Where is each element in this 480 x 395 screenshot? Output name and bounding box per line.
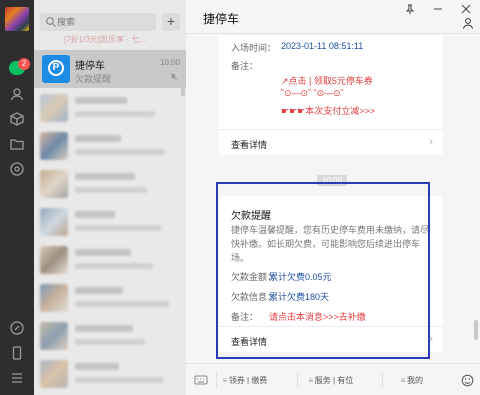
note-label: 备注：: [231, 61, 259, 71]
menu-divider: [382, 372, 383, 388]
session-list: + [7折1/3元]凯乐享 · 七... P 捷停车 10:00 欠款提醒: [34, 0, 186, 395]
keyboard-icon[interactable]: [194, 374, 208, 386]
entry-time-label: 入场时间：: [231, 43, 277, 53]
chat-header: 捷停车: [186, 0, 480, 34]
blurred-preview: [75, 263, 153, 269]
list-item[interactable]: [34, 88, 186, 126]
blurred-preview: [75, 301, 169, 307]
blurred-avatar: [40, 94, 68, 122]
unread-badge: 2: [18, 58, 30, 70]
entry-time-value: 2023-01-11 08:51:11: [281, 41, 364, 51]
blurred-avatar: [40, 360, 68, 388]
blurred-name: [75, 97, 127, 104]
user-avatar[interactable]: [5, 7, 29, 31]
list-item[interactable]: [34, 278, 186, 316]
parking-avatar: P: [42, 55, 70, 83]
moments-icon[interactable]: [9, 161, 25, 177]
phone-icon[interactable]: [9, 345, 25, 361]
session-name: 捷停车: [75, 61, 105, 72]
session-time: 10:00: [159, 58, 180, 67]
blurred-avatar: [40, 246, 68, 274]
card-footer[interactable]: 查看详情 ›: [219, 129, 443, 155]
blurred-avatar: [40, 132, 68, 160]
blurred-name: [75, 211, 115, 218]
blurred-name: [75, 135, 121, 142]
menu-item-mine[interactable]: ≡ 我的: [386, 375, 436, 386]
blurred-preview: [75, 149, 165, 155]
session-preview: 欠款提醒: [75, 74, 112, 84]
chat-info-icon[interactable]: [462, 17, 474, 29]
coupon-line-2: ˘⊙—⊙˘ ˘⊙—⊙˘: [281, 88, 344, 98]
menu-item-label: 服务 | 有位: [314, 376, 354, 385]
chevron-right-icon: ›: [429, 136, 433, 148]
blurred-avatar: [40, 208, 68, 236]
menu-icon[interactable]: [9, 370, 25, 386]
close-icon[interactable]: [460, 3, 472, 15]
box-icon[interactable]: [9, 111, 25, 127]
pin-icon[interactable]: [404, 3, 416, 15]
coupon-line-3: ☛☛☛本次支付立减>>>: [281, 106, 375, 116]
blurred-preview: [75, 225, 161, 231]
list-item[interactable]: [34, 126, 186, 164]
minimize-icon[interactable]: [432, 3, 444, 15]
blurred-avatar: [40, 322, 68, 350]
blurred-name: [75, 363, 119, 370]
view-details-link[interactable]: 查看详情: [231, 138, 267, 151]
menu-item-label: 领券 | 缴费: [228, 376, 268, 385]
session-preview-snippet: [7折1/3元]凯乐享 · 七...: [64, 35, 146, 44]
selection-highlight-box: [216, 182, 430, 359]
list-item[interactable]: [34, 202, 186, 240]
session-list-scrollbar[interactable]: [181, 60, 185, 96]
blurred-preview: [75, 111, 155, 117]
left-navigation-bar: 2: [0, 0, 34, 395]
menu-item-service[interactable]: ≡ 服务 | 有位: [294, 375, 366, 386]
mini-program-icon[interactable]: [9, 320, 25, 336]
mute-bell-icon: [169, 72, 178, 81]
list-item[interactable]: [34, 240, 186, 278]
chat-scrollbar[interactable]: [474, 320, 478, 340]
parking-p-icon: P: [48, 60, 64, 76]
list-item[interactable]: [34, 316, 186, 354]
emoji-icon[interactable]: [461, 374, 474, 387]
blurred-name: [75, 173, 135, 180]
blurred-name: [75, 249, 131, 256]
list-item[interactable]: [34, 164, 186, 202]
add-button[interactable]: +: [162, 13, 180, 31]
chat-title: 捷停车: [203, 12, 240, 26]
blurred-preview: [75, 339, 145, 345]
menu-dots-icon: ≡: [308, 376, 314, 385]
blurred-name: [75, 325, 133, 332]
search-input[interactable]: [57, 15, 153, 29]
menu-dots-icon: ≡: [222, 376, 228, 385]
menu-item-coupon-pay[interactable]: ≡ 领券 | 缴费: [210, 375, 278, 386]
message-card-parking-entry[interactable]: 入场时间： 2023-01-11 08:51:11 备注： ↗点击 | 领取5元…: [219, 35, 443, 155]
coupon-line-1: ↗点击 | 领取5元停车券: [281, 76, 373, 86]
session-item-jietingche[interactable]: P 捷停车 10:00 欠款提醒: [34, 50, 186, 88]
service-menu-bar: ≡ 领券 | 缴费 ≡ 服务 | 有位 ≡ 我的: [186, 363, 480, 395]
entry-time-row: 入场时间： 2023-01-11 08:51:11: [231, 41, 363, 54]
list-item[interactable]: [34, 354, 186, 392]
search-box[interactable]: [40, 13, 156, 31]
note-row: 备注：: [231, 59, 258, 72]
contacts-icon[interactable]: [9, 86, 25, 102]
menu-item-label: 我的: [407, 376, 423, 385]
blurred-name: [75, 287, 123, 294]
search-icon: [45, 16, 57, 28]
blurred-preview: [75, 377, 163, 383]
menu-dots-icon: ≡: [400, 376, 406, 385]
blurred-avatar: [40, 170, 68, 198]
blurred-preview: [75, 187, 147, 193]
folder-icon[interactable]: [9, 136, 25, 152]
blurred-avatar: [40, 284, 68, 312]
